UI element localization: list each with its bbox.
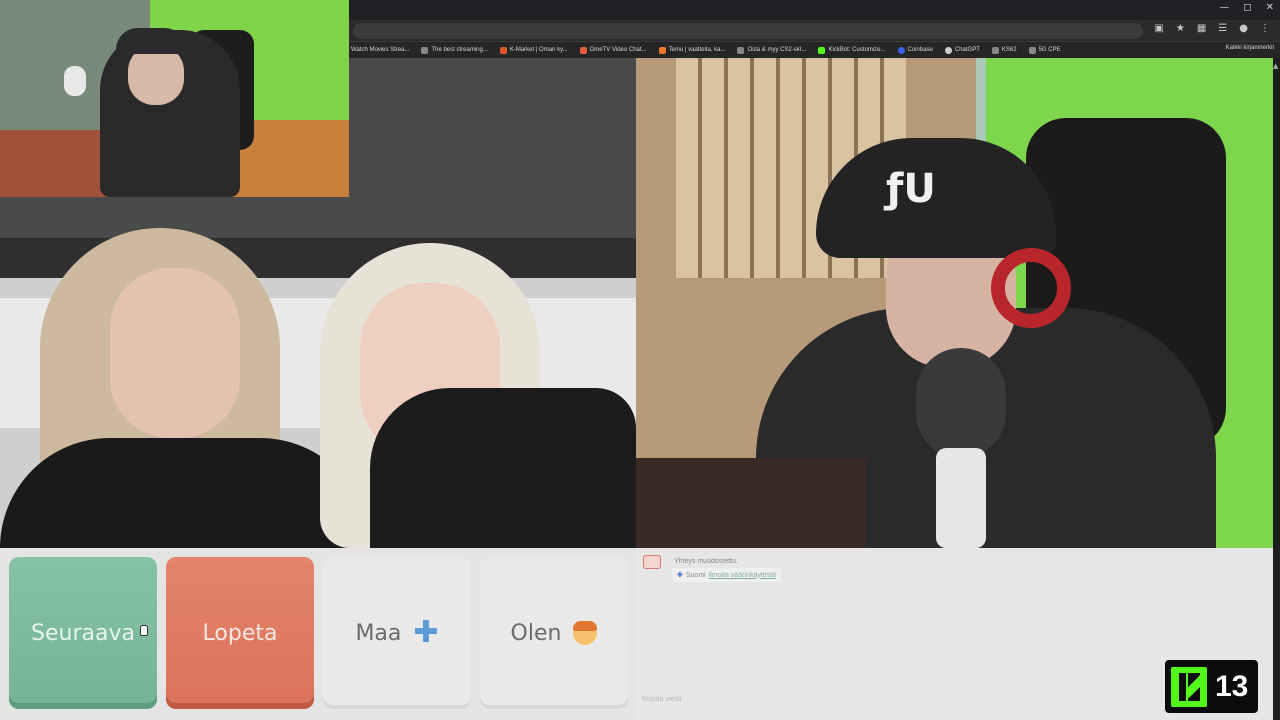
person-face (128, 45, 184, 105)
bookmark-item[interactable]: 5G CPE (1028, 46, 1061, 54)
bookmark-icon (579, 46, 587, 54)
bookmark-item[interactable]: Watch Movies Strea... (351, 47, 409, 53)
person-figure (0, 438, 370, 548)
self-video: ƒU (636, 58, 1273, 548)
cap (116, 28, 186, 54)
extensions-icon[interactable]: ▦ (1197, 23, 1206, 34)
next-label: Seuraava (31, 620, 135, 646)
kick-badge: 13 (1165, 660, 1258, 713)
bookmark-item[interactable]: KickBot: Customize... (818, 46, 886, 54)
bookmark-item[interactable]: Osta & myy CS2-skI... (737, 46, 806, 54)
bookmark-icon (897, 46, 905, 54)
bookmark-icon (737, 46, 745, 54)
microphone (936, 448, 986, 548)
bookmark-icon (658, 46, 666, 54)
bookmark-icon (421, 46, 429, 54)
bookmark-item[interactable]: K-Market | Oman ky... (499, 46, 568, 54)
profile-icon[interactable]: ● (1239, 23, 1248, 34)
country-message: ✚ Suomi ilmoita väärinkäytöstä (672, 568, 782, 582)
person-face (110, 268, 240, 438)
bookmarks-bar: Watch Movies Strea... The best streaming… (349, 42, 1280, 58)
kick-logo-icon (1171, 666, 1207, 707)
bookmarks-folder[interactable]: Kaikki kirjanmerkit (1226, 45, 1274, 51)
scroll-up-icon[interactable]: ▲ (1273, 62, 1278, 70)
cap-logo: ƒU (886, 166, 936, 212)
streamer-webcam (0, 0, 349, 197)
bookmark-item[interactable]: ChatGPT (944, 46, 980, 54)
person-figure (370, 388, 636, 548)
report-link[interactable]: ilmoita väärinkäytöstä (709, 572, 776, 579)
star-icon[interactable]: ★ (1176, 23, 1185, 34)
next-button[interactable]: Seuraava (9, 557, 157, 709)
menu-icon[interactable]: ⋮ (1260, 23, 1270, 34)
chat-controls: Seuraava Lopeta Maa ✚ Olen (0, 548, 636, 720)
bookmark-icon (1028, 46, 1036, 54)
finland-flag-icon: ✚ (413, 615, 439, 650)
mouse-cursor-icon (140, 625, 148, 636)
url-field[interactable] (353, 23, 1143, 39)
bookmark-item[interactable]: Temu | vaatteita, ka... (658, 46, 725, 54)
finland-flag-icon: ✚ (677, 572, 683, 579)
bookmark-item[interactable]: The best streaming... (421, 46, 488, 54)
minimize-icon[interactable]: — (1219, 2, 1229, 13)
toolbar-icons: ▣ ★ ▦ ☰ ● ⋮ (1154, 23, 1270, 34)
bookmark-icon (944, 46, 952, 54)
stop-button[interactable]: Lopeta (166, 557, 314, 709)
scrollbar[interactable] (1273, 58, 1280, 720)
country-button[interactable]: Maa ✚ (323, 557, 471, 709)
window-controls: — ◻ ✕ (1219, 2, 1274, 13)
cast-icon[interactable]: ▣ (1154, 23, 1163, 34)
screen: — ◻ ✕ ▣ ★ ▦ ☰ ● ⋮ Watch Movies Strea... … (0, 0, 1280, 720)
close-icon[interactable]: ✕ (1266, 2, 1274, 13)
bookmark-item[interactable]: KS62 (991, 46, 1017, 54)
connection-status: Yhteys muodostettu. (674, 558, 738, 565)
badge-number: 13 (1215, 669, 1249, 703)
desk (636, 458, 866, 548)
app-logo-icon (643, 555, 661, 569)
chat-input[interactable]: Kirjoita viesti (642, 696, 1162, 710)
maximize-icon[interactable]: ◻ (1243, 2, 1251, 13)
bookmark-item[interactable]: OmeTV Video Chat... (579, 46, 647, 54)
headset (991, 248, 1071, 328)
address-bar: ▣ ★ ▦ ☰ ● ⋮ (349, 20, 1280, 42)
bookmark-item[interactable]: Coinbase (897, 46, 933, 54)
boy-emoji-icon (573, 621, 598, 645)
microphone (916, 348, 1006, 458)
country-label: Maa (355, 620, 402, 646)
bookmark-icon (818, 46, 826, 54)
country-name: Suomi (685, 571, 706, 579)
stop-label: Lopeta (202, 620, 278, 646)
sidebar-icon[interactable]: ☰ (1218, 23, 1227, 34)
gender-button[interactable]: Olen (480, 557, 628, 709)
gender-label: Olen (510, 620, 562, 646)
microphone (64, 66, 86, 96)
bookmark-icon (499, 46, 507, 54)
bookmark-icon (991, 46, 999, 54)
